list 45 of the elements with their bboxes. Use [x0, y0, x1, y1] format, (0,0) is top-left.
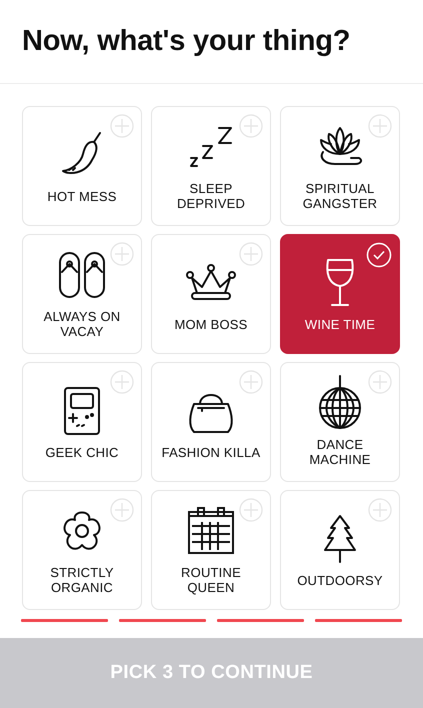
- plus-circle-icon: [368, 498, 392, 522]
- option-card[interactable]: FASHION KILLA: [151, 362, 271, 482]
- page-title: Now, what's your thing?: [22, 25, 350, 58]
- plus-circle-icon: [110, 498, 134, 522]
- option-label: SLEEP DEPRIVED: [176, 181, 246, 211]
- option-label: OUTDOORSY: [297, 572, 383, 588]
- sleep-z-icon: [187, 124, 235, 170]
- check-circle-icon: [366, 242, 392, 268]
- option-label: MOM BOSS: [174, 316, 248, 332]
- plus-circle-icon: [110, 370, 134, 394]
- disco-ball-icon: [317, 375, 363, 431]
- option-label: STRICTLY ORGANIC: [49, 565, 115, 595]
- option-card[interactable]: WINE TIME: [280, 234, 400, 354]
- option-label: GEEK CHIC: [45, 444, 119, 460]
- pine-tree-icon: [323, 514, 357, 564]
- plus-circle-icon: [110, 114, 134, 138]
- option-label: DANCE MACHINE: [308, 437, 372, 467]
- handheld-game-icon: [63, 386, 101, 436]
- option-label: HOT MESS: [47, 188, 117, 204]
- option-label: ALWAYS ON VACAY: [42, 309, 122, 339]
- plus-circle-icon: [368, 114, 392, 138]
- calendar-icon: [186, 506, 236, 556]
- option-card[interactable]: HOT MESS: [22, 106, 142, 226]
- plus-circle-icon: [239, 242, 263, 266]
- plus-circle-icon: [239, 498, 263, 522]
- option-label: WINE TIME: [304, 316, 376, 332]
- flip-flops-icon: [57, 250, 107, 300]
- crown-icon: [186, 262, 236, 302]
- plus-circle-icon: [239, 370, 263, 394]
- option-card[interactable]: SLEEP DEPRIVED: [151, 106, 271, 226]
- option-card[interactable]: SPIRITUAL GANGSTER: [280, 106, 400, 226]
- option-label: ROUTINE QUEEN: [180, 565, 242, 595]
- option-label: FASHION KILLA: [162, 444, 260, 460]
- option-card[interactable]: GEEK CHIC: [22, 362, 142, 482]
- wine-glass-icon: [324, 258, 356, 308]
- option-label: SPIRITUAL GANGSTER: [302, 181, 378, 211]
- option-card[interactable]: OUTDOORSY: [280, 490, 400, 610]
- plus-circle-icon: [239, 114, 263, 138]
- option-card[interactable]: ROUTINE QUEEN: [151, 490, 271, 610]
- option-card[interactable]: ALWAYS ON VACAY: [22, 234, 142, 354]
- plus-circle-icon: [368, 370, 392, 394]
- option-card[interactable]: MOM BOSS: [151, 234, 271, 354]
- plus-circle-icon: [110, 242, 134, 266]
- option-card[interactable]: DANCE MACHINE: [280, 362, 400, 482]
- option-card[interactable]: STRICTLY ORGANIC: [22, 490, 142, 610]
